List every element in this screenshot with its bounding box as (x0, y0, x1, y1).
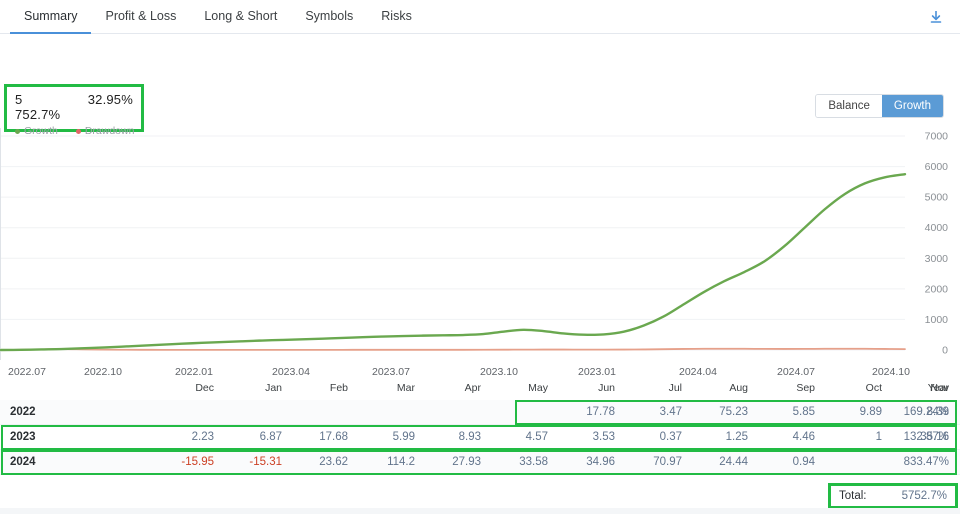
table-cell: 2.23 (191, 431, 214, 443)
table-cell: 23.62 (319, 456, 348, 468)
table-cell-year-total: 833.47% (903, 456, 949, 468)
stats-values: 5 752.7% 32.95% (15, 92, 133, 122)
month-header: Jan (265, 382, 282, 394)
growth-chart: 0 1000 2000 3000 4000 5000 6000 7000 (0, 128, 960, 360)
y-axis-tick: 0 (942, 345, 948, 357)
table-row: 2023 2.23 6.87 17.68 5.99 8.93 4.57 3.53 0.37 1.2… (0, 425, 960, 450)
table-cell: 3.53 (592, 431, 615, 443)
table-cell: 5.85 (792, 406, 815, 418)
table-cell-year-total: 169.24% (903, 406, 949, 418)
x-axis-tick: 2023.07 (372, 366, 410, 378)
month-header: Mar (396, 382, 415, 394)
month-header: Jul (668, 382, 682, 394)
growth-value: 5 752.7% (15, 92, 61, 122)
table-row: 2024 -15.95 -15.31 23.62 114.2 27.93 33.58 34.9… (0, 450, 960, 475)
total-box: Total: 5752.7% (828, 483, 958, 509)
monthly-returns-table: 2022 17.78 3.47 75.23 5.85 9.89 8.39 169.24% 202… (0, 400, 960, 475)
toggle-balance[interactable]: Balance (816, 95, 882, 117)
month-header: Sep (796, 382, 815, 394)
x-axis-tick: 2024.10 (872, 366, 910, 378)
tab-risks[interactable]: Risks (367, 0, 426, 33)
table-cell: 1 (875, 431, 882, 443)
toggle-growth[interactable]: Growth (881, 95, 943, 117)
y-axis-tick: 7000 (925, 131, 949, 143)
tab-profit-and-loss[interactable]: Profit & Loss (91, 0, 190, 33)
tab-symbols[interactable]: Symbols (291, 0, 367, 33)
x-axis-tick: 2024.07 (777, 366, 815, 378)
x-axis-tick: 2023.04 (272, 366, 310, 378)
y-axis-tick: 1000 (925, 314, 949, 326)
table-cell: 1.25 (725, 431, 748, 443)
download-button[interactable] (924, 5, 948, 29)
y-axis-tick: 6000 (925, 161, 949, 173)
month-header: Jun (598, 382, 615, 394)
month-header: Apr (464, 382, 481, 394)
table-cell: 34.96 (586, 456, 615, 468)
footer-strip (0, 508, 960, 514)
table-cell: 17.78 (586, 406, 615, 418)
x-axis-tick: 2022.10 (84, 366, 122, 378)
table-cell: 8.93 (458, 431, 481, 443)
table-row: 2022 17.78 3.47 75.23 5.85 9.89 8.39 169.24% (0, 400, 960, 425)
table-cell: 0.37 (659, 431, 682, 443)
chart-line-growth (0, 172, 907, 352)
y-axis-tick: 4000 (925, 222, 949, 234)
table-row-year: 2024 (10, 456, 36, 468)
table-cell: 0.94 (792, 456, 815, 468)
tab-summary[interactable]: Summary (10, 0, 92, 34)
chart-line-drawdown (0, 347, 906, 351)
table-row-year: 2023 (10, 431, 36, 443)
table-cell-year-total: 132.87% (903, 431, 949, 443)
total-label: Total: (839, 490, 867, 502)
x-axis-tick: 2023.01 (578, 366, 616, 378)
table-cell: 114.2 (387, 456, 415, 468)
chart-mode-toggle[interactable]: Balance Growth (815, 94, 944, 118)
y-axis-tick: 3000 (925, 253, 949, 265)
drawdown-value: 32.95% (87, 92, 133, 107)
table-cell: 24.44 (719, 456, 748, 468)
table-cell: -15.31 (249, 456, 282, 468)
tab-bar: Summary Profit & Loss Long & Short Symbo… (0, 0, 960, 34)
month-header: Feb (329, 382, 348, 394)
month-header: Dec (195, 382, 214, 394)
table-cell: 3.47 (659, 406, 682, 418)
download-icon (930, 11, 942, 23)
month-header: Year (927, 382, 949, 394)
table-cell: 75.23 (719, 406, 748, 418)
x-axis-tick: 2023.10 (480, 366, 518, 378)
summary-page: Summary Profit & Loss Long & Short Symbo… (0, 0, 960, 514)
table-cell: 9.89 (859, 406, 882, 418)
x-axis-tick: 2024.04 (679, 366, 717, 378)
month-header: Oct (865, 382, 882, 394)
table-cell: 70.97 (653, 456, 682, 468)
growth-drawdown-stats: 5 752.7% 32.95% Growth Drawdown (4, 84, 144, 137)
table-cell: 5.99 (392, 431, 415, 443)
x-axis-tick: 2022.07 (8, 366, 46, 378)
x-axis-tick: 2022.01 (175, 366, 213, 378)
table-cell: -15.95 (181, 456, 214, 468)
table-cell: 4.46 (792, 431, 815, 443)
table-cell: 33.58 (519, 456, 548, 468)
total-value: 5752.7% (901, 490, 947, 502)
table-cell: 17.68 (319, 431, 348, 443)
tab-long-and-short[interactable]: Long & Short (190, 0, 291, 33)
y-axis-tick: 2000 (925, 283, 949, 295)
chart-axis: 2022.07 2022.10 2022.01 2023.04 2023.07 2023.… (0, 362, 960, 401)
chart-canvas: 0 1000 2000 3000 4000 5000 6000 7000 (0, 131, 949, 357)
table-cell: 6.87 (259, 431, 282, 443)
table-cell: 4.57 (525, 431, 548, 443)
month-header: Aug (729, 382, 748, 394)
table-row-year: 2022 (10, 406, 36, 418)
y-axis-tick: 5000 (925, 192, 949, 204)
table-cell: 27.93 (452, 456, 481, 468)
month-header: May (528, 382, 548, 394)
